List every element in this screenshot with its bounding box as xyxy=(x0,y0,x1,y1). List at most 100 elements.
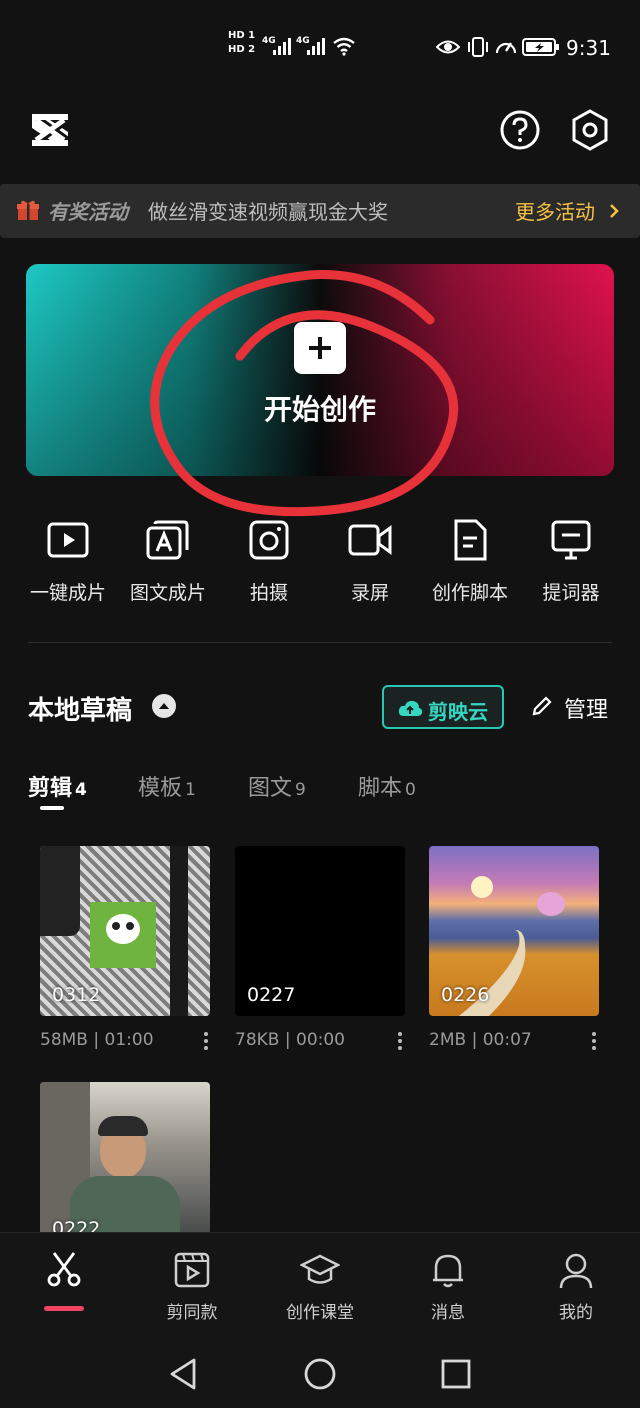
more-options-icon[interactable] xyxy=(584,1028,604,1056)
tab-template[interactable]: 模板 1 xyxy=(138,770,196,802)
graduation-cap-icon xyxy=(300,1254,340,1284)
cable-image xyxy=(170,846,188,1016)
back-icon[interactable] xyxy=(160,1350,208,1398)
tree-image xyxy=(537,892,565,916)
signal-icon xyxy=(307,38,325,55)
template-film-icon xyxy=(174,1252,210,1288)
more-options-icon[interactable] xyxy=(390,1028,410,1056)
promo-banner[interactable]: 有奖活动 做丝滑变速视频赢现金大奖 更多活动 xyxy=(0,184,640,238)
plus-icon xyxy=(294,322,346,374)
speed-icon xyxy=(495,42,517,54)
capcut-logo-icon xyxy=(30,111,70,149)
user-icon xyxy=(559,1253,593,1289)
project-thumbnail[interactable]: 0226 xyxy=(429,846,599,1016)
project-name: 0222 xyxy=(52,1218,101,1232)
settings-icon[interactable] xyxy=(568,108,612,152)
project-meta: 2MB | 00:07 xyxy=(429,1030,532,1050)
pencil-icon xyxy=(532,696,552,716)
tool-label: 提词器 xyxy=(542,582,600,604)
text-image-icon xyxy=(146,520,189,560)
tab-label: 模板 xyxy=(138,776,183,801)
tab-image-text[interactable]: 图文 9 xyxy=(248,770,306,802)
meta-separator: | xyxy=(93,1030,100,1050)
battery-icon xyxy=(522,38,559,56)
project-meta: 58MB | 01:00 xyxy=(40,1030,154,1050)
teleprompter-icon xyxy=(551,520,591,560)
local-drafts-title: 本地草稿 xyxy=(28,696,133,726)
project-name: 0227 xyxy=(247,984,296,1006)
project-thumbnail[interactable]: 0312 xyxy=(40,846,210,1016)
eye-comfort-icon xyxy=(436,40,460,54)
camera-icon xyxy=(249,520,289,560)
project-duration: 01:00 xyxy=(104,1030,154,1050)
recents-icon[interactable] xyxy=(432,1350,480,1398)
project-duration: 00:00 xyxy=(296,1030,345,1050)
tool-creative-script[interactable]: 创作脚本 xyxy=(422,518,518,608)
project-duration: 00:07 xyxy=(482,1030,532,1050)
video-camera-icon xyxy=(348,524,392,556)
jianying-cloud-button[interactable]: 剪映云 xyxy=(382,685,504,729)
sim2-label: HD 2 xyxy=(228,44,256,55)
project-size: 78KB xyxy=(235,1030,280,1050)
project-size: 58MB xyxy=(40,1030,88,1050)
project-thumbnail[interactable]: 0227 xyxy=(235,846,405,1016)
promo-text: 做丝滑变速视频赢现金大奖 xyxy=(148,200,388,224)
project-name: 0226 xyxy=(441,984,490,1006)
project-name: 0312 xyxy=(52,984,101,1006)
tab-label: 图文 xyxy=(248,776,293,801)
signal-icon xyxy=(273,38,291,55)
nav-messages[interactable]: 消息 xyxy=(384,1250,512,1326)
meta-separator: | xyxy=(284,1030,291,1050)
active-tab-indicator xyxy=(40,806,64,810)
vibrate-icon xyxy=(468,37,488,57)
tab-count: 0 xyxy=(405,780,416,800)
clock: 9:31 xyxy=(566,36,611,60)
cloud-label: 剪映云 xyxy=(428,700,488,724)
tool-one-click-video[interactable]: 一键成片 xyxy=(20,518,116,608)
sim1-label: HD 1 xyxy=(228,30,256,41)
collapse-drafts-button[interactable] xyxy=(152,694,176,718)
home-icon[interactable] xyxy=(296,1350,344,1398)
play-square-icon xyxy=(47,522,89,558)
sun-image xyxy=(471,876,493,898)
more-options-icon[interactable] xyxy=(196,1028,216,1056)
tool-label: 拍摄 xyxy=(249,582,288,604)
script-document-icon xyxy=(454,519,487,561)
wifi-icon xyxy=(333,37,355,56)
tab-label: 剪辑 xyxy=(28,776,73,801)
tab-count: 4 xyxy=(75,780,87,800)
tab-edit[interactable]: 剪辑 4 xyxy=(28,770,87,802)
project-thumbnail[interactable]: 0222 xyxy=(40,1082,210,1232)
nav-edit[interactable] xyxy=(0,1250,128,1326)
help-icon[interactable] xyxy=(498,108,542,152)
project-size: 2MB xyxy=(429,1030,467,1050)
tab-script[interactable]: 脚本 0 xyxy=(358,770,416,802)
tool-label: 图文成片 xyxy=(129,582,206,604)
tool-text-to-video[interactable]: 图文成片 xyxy=(120,518,216,608)
nav-templates[interactable]: 剪同款 xyxy=(128,1250,256,1326)
start-creating-label: 开始创作 xyxy=(263,393,376,426)
phone-edge-image xyxy=(40,846,80,936)
status-bar: HD 1 HD 2 4G 4G 9:31 xyxy=(0,0,640,96)
start-creating-button[interactable]: 开始创作 xyxy=(26,264,614,476)
tab-label: 脚本 xyxy=(358,776,403,801)
gift-icon xyxy=(17,200,39,220)
tool-shoot[interactable]: 拍摄 xyxy=(221,518,317,608)
caret-up-icon xyxy=(159,703,169,709)
meta-separator: | xyxy=(471,1030,478,1050)
project-meta: 78KB | 00:00 xyxy=(235,1030,345,1050)
more-activities-link[interactable]: 更多活动 xyxy=(515,196,595,225)
sim-indicators: HD 1 HD 2 xyxy=(228,30,255,56)
tool-label: 录屏 xyxy=(350,582,389,604)
active-nav-indicator xyxy=(44,1306,84,1311)
bell-icon xyxy=(433,1254,463,1288)
nav-profile[interactable]: 我的 xyxy=(512,1250,640,1326)
chevron-right-icon xyxy=(610,204,619,218)
nav-label: 我的 xyxy=(559,1303,593,1323)
tool-label: 一键成片 xyxy=(29,582,106,604)
scissors-icon xyxy=(47,1252,81,1287)
promo-tag: 有奖活动 xyxy=(48,200,128,224)
tool-teleprompter[interactable]: 提词器 xyxy=(523,518,619,608)
nav-classroom[interactable]: 创作课堂 xyxy=(256,1250,384,1326)
tool-screen-record[interactable]: 录屏 xyxy=(322,518,418,608)
